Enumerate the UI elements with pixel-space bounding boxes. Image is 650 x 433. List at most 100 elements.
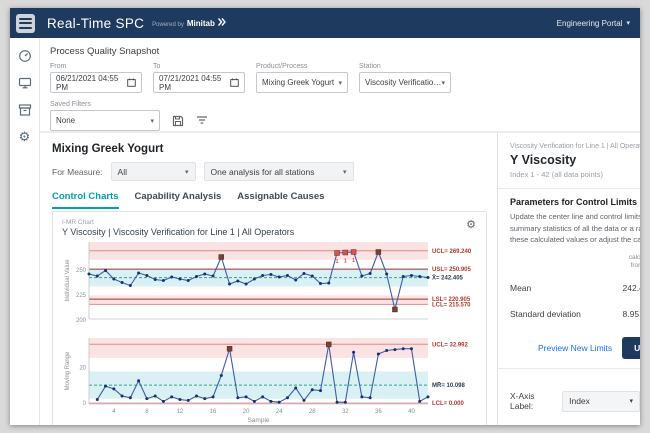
measure-value: All	[117, 166, 127, 177]
brand-name: Minitab	[186, 19, 215, 28]
table-row: Mean 242.4048	[510, 279, 640, 297]
product-select[interactable]: Mixing Greek Yogurt ▾	[256, 72, 348, 93]
chevron-down-icon: ▾	[338, 79, 342, 87]
calendar-icon[interactable]	[127, 78, 136, 87]
to-date-input[interactable]: 07/21/2021 04:55 PM	[153, 72, 245, 93]
chart-card: I-MR Chart Y Viscosity | Viscosity Verif…	[52, 211, 487, 425]
stdev-label: Standard deviation	[510, 308, 581, 319]
chevron-down-icon: ▾	[343, 168, 347, 176]
measure-select[interactable]: All ▾	[110, 162, 196, 181]
dashboard-gauge-icon[interactable]	[17, 48, 33, 64]
svg-text:MR̄= 10.098: MR̄= 10.098	[432, 382, 466, 389]
from-label: From	[50, 63, 67, 70]
tab-control-charts[interactable]: Control Charts	[52, 191, 119, 209]
svg-text:20: 20	[79, 365, 86, 371]
archive-box-icon[interactable]	[17, 102, 33, 118]
svg-text:225: 225	[76, 293, 87, 299]
monitor-icon[interactable]	[17, 75, 33, 91]
table-row: Standard deviation 8.951738	[510, 305, 640, 323]
panel-subtitle: Index 1 - 42 (all data points)	[510, 170, 603, 179]
svg-text:1: 1	[336, 259, 339, 265]
tab-bar: Control Charts Capability Analysis Assig…	[52, 191, 497, 209]
tab-capability-analysis[interactable]: Capability Analysis	[135, 191, 222, 209]
saved-filters-label: Saved Filters	[50, 101, 91, 108]
svg-text:Sample: Sample	[247, 417, 269, 424]
portal-label: Engineering Portal	[556, 18, 623, 28]
station-label: Station	[359, 63, 381, 70]
filter-section: Process Quality Snapshot From 06/21/2021…	[40, 38, 640, 133]
chevron-down-icon: ▾	[150, 117, 154, 125]
preview-new-limits-link[interactable]: Preview New Limits	[538, 343, 612, 353]
chart-settings-gear-icon[interactable]: ⚙	[466, 220, 476, 231]
from-date-input[interactable]: 06/21/2021 04:55 PM	[50, 72, 142, 93]
moving-range-chart: UCL= 32.992 MR̄= 10.098 LCL= 0.000 20 0 4 8 12 1…	[65, 338, 469, 424]
filter-funnel-icon[interactable]	[196, 115, 208, 127]
chevron-down-icon: ▾	[185, 168, 189, 176]
svg-text:Individual Value: Individual Value	[65, 259, 71, 302]
svg-text:36: 36	[375, 409, 382, 415]
chart-title: Y Viscosity | Viscosity Verification for…	[62, 227, 295, 237]
svg-text:LCL= 0.000: LCL= 0.000	[432, 401, 465, 407]
chevron-down-icon: ▾	[626, 20, 630, 27]
svg-text:28: 28	[309, 409, 316, 415]
params-table: calculated from data Mean 242.4048 Stand…	[510, 254, 640, 323]
station-select[interactable]: Viscosity Verification for ... ▾	[359, 72, 451, 93]
mean-label: Mean	[510, 282, 532, 293]
nav-rail: ⚙	[10, 38, 40, 425]
svg-text:Moving Range: Moving Range	[65, 351, 71, 390]
saved-filters-value: None	[56, 116, 76, 125]
params-title: Parameters for Control Limits	[510, 197, 638, 207]
svg-text:X̄= 242.405: X̄= 242.405	[432, 275, 464, 282]
section-title: Process Quality Snapshot	[50, 46, 160, 57]
svg-text:250: 250	[76, 268, 87, 274]
svg-text:UCL= 269.240: UCL= 269.240	[432, 249, 472, 255]
portal-menu[interactable]: Engineering Portal ▾	[557, 19, 630, 28]
svg-text:32: 32	[342, 409, 349, 415]
svg-text:1: 1	[352, 258, 355, 264]
svg-text:0: 0	[83, 401, 87, 407]
to-label: To	[153, 63, 161, 70]
svg-text:LCL= 215.570: LCL= 215.570	[432, 302, 471, 308]
settings-gear-icon[interactable]: ⚙	[17, 129, 33, 145]
svg-text:8: 8	[145, 409, 149, 415]
main-area: Mixing Greek Yogurt For Measure: All ▾ O…	[40, 133, 497, 425]
panel-context: Viscosity Verification for Line 1 | All …	[510, 143, 640, 150]
app-window: Real-Time SPC Powered by Minitab Enginee…	[10, 8, 640, 425]
svg-text:200: 200	[76, 318, 87, 324]
saved-filters-select[interactable]: None ▾	[50, 110, 160, 131]
svg-text:1: 1	[344, 259, 347, 265]
product-label: Product/Process	[256, 63, 308, 70]
svg-text:40: 40	[408, 409, 415, 415]
params-description: Update the center line and control limit…	[510, 212, 640, 245]
process-title: Mixing Greek Yogurt	[52, 143, 164, 155]
svg-text:20: 20	[243, 409, 250, 415]
tab-assignable-causes[interactable]: Assignable Causes	[237, 191, 324, 209]
update-control-limits-button[interactable]: Update Control Limits	[622, 336, 640, 359]
svg-text:12: 12	[177, 409, 184, 415]
analysis-value: One analysis for all stations	[210, 166, 315, 177]
app-header: Real-Time SPC Powered by Minitab Enginee…	[10, 8, 640, 38]
to-date-value: 07/21/2021 04:55 PM	[159, 73, 222, 92]
chevron-down-icon: ▾	[629, 398, 633, 406]
for-measure-label: For Measure:	[52, 166, 103, 177]
product-value: Mixing Greek Yogurt	[262, 78, 335, 87]
individuals-chart: UCL= 269.240USL= 250.905X̄= 242.405LSL= …	[65, 242, 472, 324]
analysis-select[interactable]: One analysis for all stations ▾	[203, 162, 354, 181]
svg-text:4: 4	[112, 409, 116, 415]
powered-by: Powered by Minitab	[152, 18, 226, 28]
menu-icon[interactable]	[16, 13, 35, 33]
svg-text:UCL= 32.992: UCL= 32.992	[432, 342, 469, 348]
x-axis-select[interactable]: Index ▾	[562, 390, 640, 412]
svg-text:16: 16	[210, 409, 217, 415]
panel-title: Y Viscosity	[510, 153, 577, 167]
svg-text:24: 24	[276, 409, 283, 415]
x-axis-value: Index	[569, 396, 590, 407]
save-filter-icon[interactable]	[172, 115, 184, 127]
calendar-icon[interactable]	[230, 78, 239, 87]
control-limits-panel: Viscosity Verification for Line 1 | All …	[497, 133, 640, 425]
chart-type-label: I-MR Chart	[62, 219, 94, 226]
powered-by-label: Powered by	[152, 22, 184, 28]
mean-calculated-value: 242.4048	[622, 282, 640, 293]
from-date-value: 06/21/2021 04:55 PM	[56, 73, 119, 92]
svg-text:USL= 250.905: USL= 250.905	[432, 267, 472, 273]
